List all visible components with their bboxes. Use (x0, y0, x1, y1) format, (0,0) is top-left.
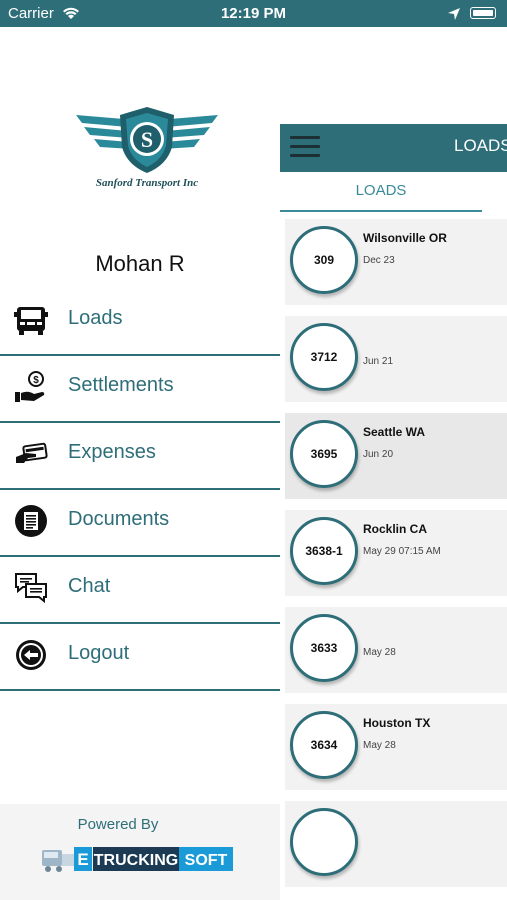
menu-label: Chat (68, 575, 111, 597)
menu-item-settlements[interactable]: $ Settlements (0, 356, 280, 423)
menu-label: Expenses (68, 441, 156, 463)
load-number-badge: 3638-1 (290, 517, 358, 585)
menu-item-documents[interactable]: Documents (0, 490, 280, 557)
load-number-badge: 309 (290, 226, 358, 294)
load-number-badge: 3695 (290, 420, 358, 488)
hamburger-menu-icon[interactable] (290, 136, 320, 158)
logout-icon (16, 640, 46, 670)
load-date: May 28 (363, 740, 396, 751)
load-number-badge (290, 808, 358, 876)
brand-trucking: TRUCKING (94, 852, 178, 869)
load-date: May 29 07:15 AM (363, 546, 441, 557)
menu-label: Loads (68, 307, 123, 329)
load-card[interactable]: 3633 May 28 (285, 607, 507, 693)
load-number-badge: 3712 (290, 323, 358, 391)
chat-icon (15, 573, 47, 604)
drawer-footer: Powered By E TRUCKING SOFT (0, 804, 280, 900)
load-city: Houston TX (363, 716, 431, 730)
menu-item-chat[interactable]: Chat (0, 557, 280, 624)
powered-by-label: Powered By (77, 816, 159, 833)
etruckingsoft-logo: E TRUCKING SOFT (42, 847, 233, 872)
money-hand-icon: $ (15, 371, 45, 402)
load-card[interactable]: 309 Wilsonville OR Dec 23 (285, 219, 507, 305)
load-city: Seattle WA (363, 425, 426, 439)
loads-panel: LOADS LOADS 309 Wilsonville OR Dec 23 37… (280, 27, 507, 900)
load-number-badge: 3633 (290, 614, 358, 682)
load-date: Jun 20 (363, 449, 394, 460)
menu-item-expenses[interactable]: Expenses (0, 423, 280, 490)
tab-bar: LOADS (280, 172, 507, 212)
load-card[interactable]: 3712 Jun 21 (285, 316, 507, 402)
nav-bar: LOADS (280, 124, 507, 172)
load-city: Rocklin CA (363, 522, 428, 536)
location-arrow-icon (448, 8, 460, 20)
brand-soft: SOFT (185, 852, 228, 869)
load-number-badge: 3634 (290, 711, 358, 779)
load-date: May 28 (363, 647, 396, 658)
load-card[interactable] (285, 801, 507, 887)
status-bar: Carrier 12:19 PM (0, 0, 507, 27)
drawer-menu: Loads $ Settlements Expenses Documents C… (0, 289, 280, 691)
battery-icon (470, 7, 496, 19)
load-date: Jun 21 (363, 356, 394, 367)
menu-label: Documents (68, 508, 170, 530)
load-city: Wilsonville OR (363, 231, 447, 245)
page-title: LOADS (454, 136, 507, 155)
user-name: Mohan R (95, 251, 185, 276)
brand-e: E (77, 850, 88, 869)
load-date: Dec 23 (363, 255, 395, 266)
card-payment-icon (16, 442, 48, 463)
company-name: Sanford Transport Inc (95, 177, 199, 189)
menu-label: Logout (68, 642, 130, 664)
load-card[interactable]: 3695 Seattle WA Jun 20 (285, 413, 507, 499)
clock: 12:19 PM (220, 5, 287, 22)
tab-loads[interactable]: LOADS (280, 172, 482, 212)
load-card[interactable]: 3634 Houston TX May 28 (285, 704, 507, 790)
menu-label: Settlements (68, 374, 174, 396)
side-drawer: S Sanford Transport Inc Mohan R Loads $ (0, 27, 280, 900)
svg-text:S: S (141, 127, 153, 152)
truck-icon (14, 307, 48, 335)
load-card[interactable]: 3638-1 Rocklin CA May 29 07:15 AM (285, 510, 507, 596)
menu-item-loads[interactable]: Loads (0, 289, 280, 356)
menu-item-logout[interactable]: Logout (0, 624, 280, 691)
document-icon (15, 505, 47, 537)
svg-text:$: $ (33, 375, 39, 386)
